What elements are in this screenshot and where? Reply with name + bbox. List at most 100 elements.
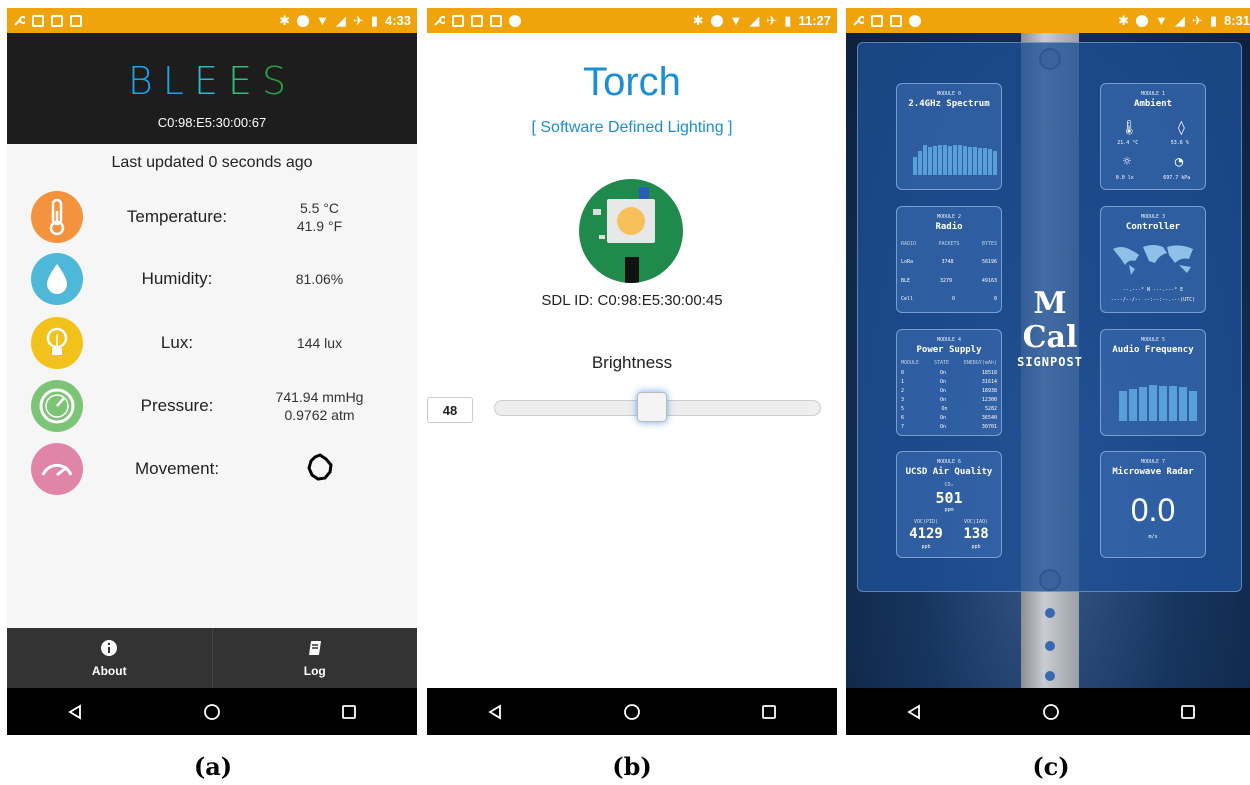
book-icon <box>306 639 324 660</box>
module-controller[interactable]: MODULE 3 Controller --.---° N ---.---° E… <box>1100 206 1206 313</box>
module-name: Audio Frequency <box>1112 345 1194 355</box>
sensor-row-temperature: Temperature: 5.5 °C 41.9 °F <box>7 186 417 248</box>
cell: 6 <box>901 415 905 421</box>
table-row: LoRa 3748 56196 <box>901 259 997 265</box>
recents-button[interactable] <box>1176 700 1200 724</box>
water-drop-icon: ◊ <box>1177 120 1186 136</box>
module-spectrum[interactable]: MODULE 0 2.4GHz Spectrum <box>896 83 1002 190</box>
home-button[interactable] <box>200 700 224 724</box>
sensor-label: Pressure: <box>140 396 214 415</box>
column-header: ENERGY(mAh) <box>963 360 997 366</box>
caption-c: (c) <box>1032 752 1070 781</box>
module-audio-frequency[interactable]: MODULE 5 Audio Frequency <box>1100 329 1206 436</box>
android-icon <box>509 14 521 27</box>
cell: 0 <box>901 370 905 376</box>
signpost-phone-screen: MODULE 0 2.4GHz Spectrum MODULE 1 Ambien… <box>846 8 1250 735</box>
module-microwave-radar[interactable]: MODULE 7 Microwave Radar 0.0 m/s <box>1100 451 1206 558</box>
about-button[interactable]: About <box>7 628 212 688</box>
module-number: MODULE 0 <box>936 91 962 97</box>
log-label: Log <box>303 663 326 678</box>
bluetooth-icon: ✱ <box>1118 12 1130 28</box>
radio-table-header: RADIO PACKETS BYTES <box>901 241 997 247</box>
thermometer-icon <box>31 191 83 243</box>
speedometer-icon <box>31 443 83 495</box>
sensor-value: 81.06% <box>257 270 382 288</box>
light-bulb-icon <box>31 317 83 369</box>
gauge-icon: ◔ <box>1174 154 1184 170</box>
cell: 31614 <box>981 379 997 385</box>
movement-indicator-icon <box>306 453 334 484</box>
cell: On <box>939 388 946 394</box>
home-button[interactable] <box>620 700 644 724</box>
signal-icon: ◢ <box>749 12 760 28</box>
ambient-values-bottom: 0.0 lx 697.7 kPa <box>1101 175 1205 181</box>
title-letter: L <box>162 59 194 103</box>
info-icon <box>100 639 118 660</box>
cell: On <box>939 415 946 421</box>
caption-b: (b) <box>612 752 652 781</box>
last-updated-text: Last updated 0 seconds ago <box>111 154 313 171</box>
picture-icon <box>70 14 82 27</box>
gps-datetime: ----/--/-- --:--:--.---(UTC) <box>1110 297 1196 303</box>
status-time: 4:33 <box>384 13 411 28</box>
cell: 0 <box>993 296 997 302</box>
cell: On <box>939 370 946 376</box>
lux-value: 0.0 lx <box>1115 175 1134 181</box>
image-icon <box>871 14 883 27</box>
pressure-value: 697.7 kPa <box>1163 175 1191 181</box>
cell: On <box>939 379 946 385</box>
ambient-icons-bottom: ☼ ◔ <box>1101 154 1205 170</box>
log-button[interactable]: Log <box>211 628 418 688</box>
picture-icon <box>490 14 502 27</box>
signpost-wordmark: SIGNPOST <box>1017 355 1083 369</box>
back-button[interactable] <box>902 700 926 724</box>
recents-button[interactable] <box>757 700 781 724</box>
table-row: 0 On 18518 <box>901 370 997 379</box>
cell: 12300 <box>981 397 997 403</box>
module-power-supply[interactable]: MODULE 4 Power Supply MODULE STATE ENERGY(… <box>896 329 1002 436</box>
voc-iaq-value: 138 <box>963 526 989 542</box>
back-button[interactable] <box>483 700 507 724</box>
wrench-icon <box>852 15 866 27</box>
brightness-value-field[interactable]: 48 <box>427 397 473 423</box>
spectrum-bars <box>911 135 997 175</box>
bluetooth-icon: ✱ <box>692 12 704 28</box>
temperature-value: 21.4 °C <box>1117 140 1139 146</box>
power-table-body: 0 On 18518 1 On 31614 2 On 18938 3 On 12300 5 On 5… <box>901 370 997 433</box>
sensor-value: 5.5 °C 41.9 °F <box>257 199 382 235</box>
wifi-icon: ▼ <box>316 13 329 28</box>
do-not-disturb-icon <box>297 14 310 27</box>
cell: On <box>939 397 946 403</box>
module-name: 2.4GHz Spectrum <box>908 99 990 109</box>
signpost-panel: MODULE 0 2.4GHz Spectrum MODULE 1 Ambien… <box>857 42 1242 592</box>
title-letter: B <box>127 59 163 103</box>
blees-phone-screen: ✱ ▼ ◢ ✈ ▮ 4:33 BLEES C0:98:E5:30:00:67 L… <box>7 8 417 735</box>
module-ambient[interactable]: MODULE 1 Ambient 🌡 ◊ 21.4 °C 53.6 % ☼ ◔ 0.0… <box>1100 83 1206 190</box>
table-row: 3 On 12300 <box>901 397 997 406</box>
signal-icon: ◢ <box>335 12 346 28</box>
voc-pid-value: 4129 <box>909 526 943 542</box>
ambient-icons-top: 🌡 ◊ <box>1101 120 1205 136</box>
column-header: STATE <box>933 360 949 366</box>
module-air-quality[interactable]: MODULE 6 UCSD Air Quality CO₂ 501 ppm VO… <box>896 451 1002 558</box>
column-header: MODULE <box>901 360 920 366</box>
module-name: Power Supply <box>916 345 982 355</box>
sensor-value: 144 lux <box>257 334 382 352</box>
ambient-values-top: 21.4 °C 53.6 % <box>1101 140 1205 146</box>
recents-button[interactable] <box>337 700 361 724</box>
sensor-value: 741.94 mmHg 0.9762 atm <box>257 388 382 424</box>
brightness-slider-handle[interactable] <box>636 392 667 422</box>
power-table-header: MODULE STATE ENERGY(mAh) <box>901 360 997 366</box>
module-number: MODULE 1 <box>1140 91 1166 97</box>
home-button[interactable] <box>1039 700 1063 724</box>
module-number: MODULE 4 <box>936 337 962 343</box>
brightness-label: Brightness <box>591 353 673 372</box>
airplane-icon: ✈ <box>352 12 364 28</box>
cell: On <box>939 424 946 430</box>
back-button[interactable] <box>63 700 87 724</box>
gps-coordinates: --.---° N ---.---° E <box>1122 287 1184 293</box>
android-nav-bar <box>427 688 837 735</box>
module-radio[interactable]: MODULE 2 Radio RADIO PACKETS BYTES LoRa 374… <box>896 206 1002 313</box>
module-number: MODULE 2 <box>936 214 962 220</box>
download-icon <box>51 14 63 27</box>
